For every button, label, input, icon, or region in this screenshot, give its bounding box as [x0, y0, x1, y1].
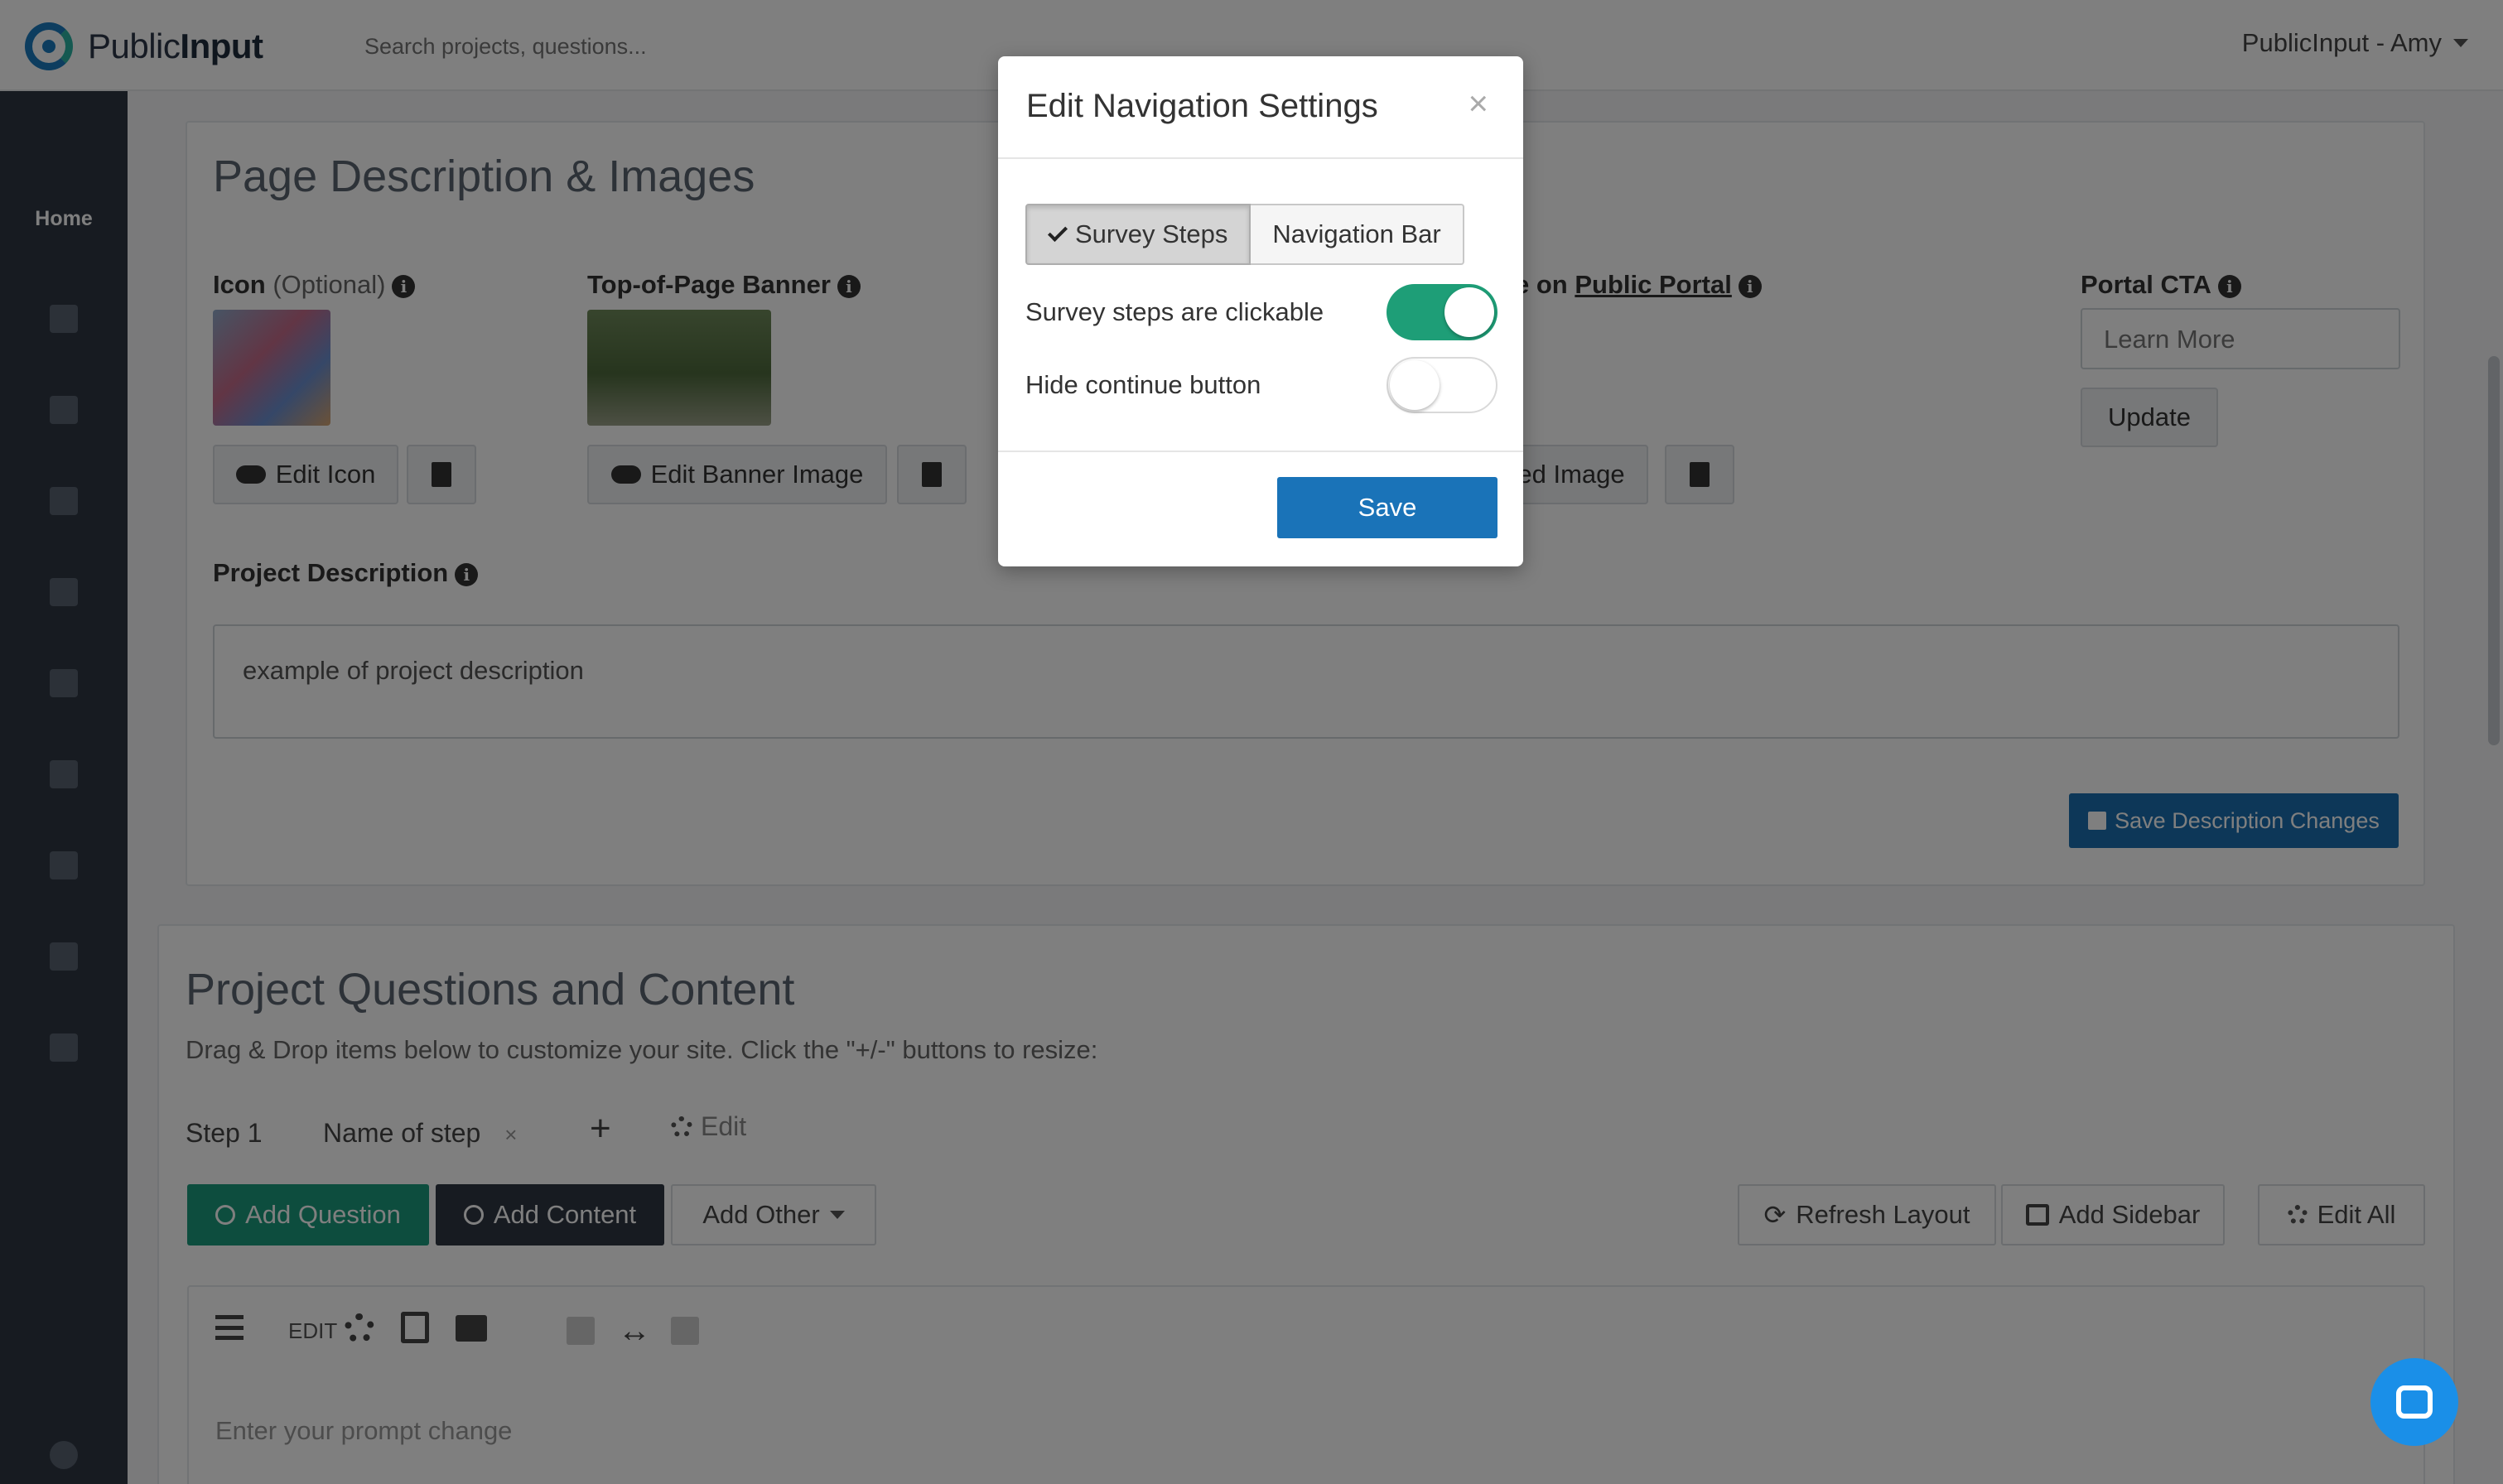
check-icon	[1047, 221, 1068, 243]
close-icon[interactable]: ×	[1468, 86, 1488, 121]
modal-title: Edit Navigation Settings	[1026, 88, 1378, 124]
chat-launcher[interactable]	[2370, 1358, 2458, 1446]
option-hide-continue: Hide continue button	[1025, 356, 1497, 414]
option-label: Survey steps are clickable	[1025, 297, 1324, 326]
edit-navigation-modal: Edit Navigation Settings × Survey Steps …	[998, 56, 1523, 566]
tab-survey-steps[interactable]: Survey Steps	[1025, 204, 1252, 265]
toggle-knob	[1390, 360, 1440, 410]
navigation-mode-toggle: Survey Steps Navigation Bar	[1025, 204, 1464, 265]
toggle-knob	[1444, 287, 1494, 337]
tab-navigation-bar[interactable]: Navigation Bar	[1251, 204, 1464, 265]
option-label: Hide continue button	[1025, 370, 1261, 399]
save-button[interactable]: Save	[1277, 477, 1497, 538]
modal-header: Edit Navigation Settings ×	[998, 56, 1523, 159]
hide-continue-toggle[interactable]	[1387, 357, 1497, 413]
option-steps-clickable: Survey steps are clickable	[1025, 283, 1497, 341]
chat-icon	[2396, 1385, 2433, 1419]
steps-clickable-toggle[interactable]	[1387, 284, 1497, 340]
